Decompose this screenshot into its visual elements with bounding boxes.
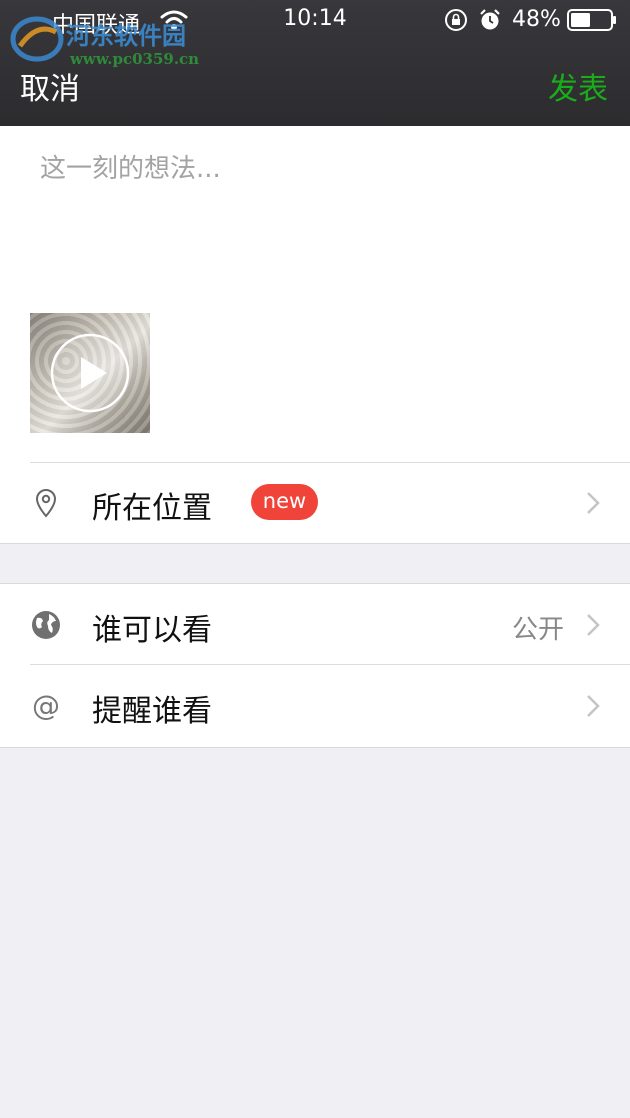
location-label: 所在位置 — [92, 491, 212, 526]
privacy-group: 谁可以看 公开 @ 提醒谁看 — [0, 584, 630, 747]
thought-input[interactable] — [38, 146, 602, 270]
publish-button[interactable]: 发表 — [548, 64, 608, 108]
cancel-button[interactable]: 取消 — [20, 64, 80, 108]
play-icon — [50, 333, 130, 413]
mention-label: 提醒谁看 — [92, 694, 212, 729]
battery-icon — [567, 9, 616, 31]
rotation-lock-icon — [445, 9, 467, 31]
visibility-row[interactable]: 谁可以看 公开 — [0, 585, 630, 665]
new-badge: new — [251, 484, 318, 520]
visibility-label: 谁可以看 — [92, 613, 212, 648]
header: 中国联通 10:14 48% 河东软件园 www.pc0359.cn 取消 发表 — [0, 0, 630, 126]
chevron-right-icon — [587, 695, 600, 717]
location-row[interactable]: 所在位置 new — [0, 463, 630, 543]
divider — [30, 664, 630, 665]
compose-panel: 所在位置 new — [0, 126, 630, 544]
alarm-icon — [480, 9, 500, 30]
at-icon: @ — [32, 690, 60, 722]
mention-row[interactable]: @ 提醒谁看 — [0, 666, 630, 746]
chevron-right-icon — [587, 492, 600, 514]
section-divider — [0, 543, 630, 544]
battery-percent: 48% — [512, 7, 561, 32]
video-thumbnail[interactable] — [30, 313, 150, 433]
chevron-right-icon — [587, 614, 600, 636]
svg-text:@: @ — [32, 690, 60, 722]
watermark-url: www.pc0359.cn — [70, 50, 200, 68]
section-divider — [0, 747, 630, 748]
visibility-value: 公开 — [511, 615, 564, 645]
globe-icon — [32, 611, 60, 639]
status-bar: 中国联通 10:14 48% — [0, 0, 630, 40]
location-pin-icon — [35, 488, 57, 518]
